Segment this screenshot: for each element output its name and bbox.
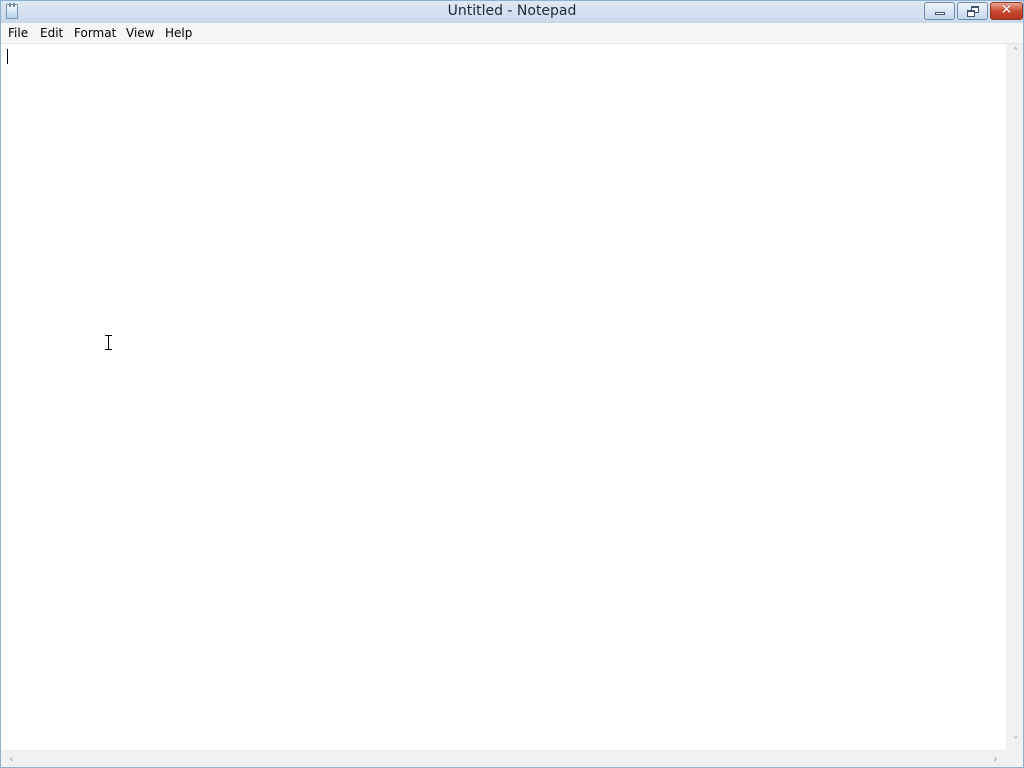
- horizontal-scrollbar[interactable]: ‹ ›: [1, 750, 1006, 767]
- text-editor[interactable]: [1, 44, 1006, 750]
- menu-bar: File Edit Format View Help: [1, 23, 1023, 44]
- restore-button[interactable]: [957, 2, 988, 20]
- close-button[interactable]: ✕: [990, 2, 1023, 20]
- title-bar[interactable]: Untitled - Notepad ✕: [1, 1, 1023, 23]
- menu-format[interactable]: Format: [74, 26, 116, 40]
- notepad-window: Untitled - Notepad ✕ File Edit Format Vi…: [0, 0, 1024, 768]
- scroll-right-icon[interactable]: ›: [987, 751, 1004, 767]
- text-caret: [7, 49, 8, 64]
- menu-view[interactable]: View: [126, 26, 154, 40]
- vertical-scrollbar[interactable]: ˄ ˅: [1006, 44, 1023, 750]
- minimize-button[interactable]: [924, 2, 955, 20]
- scroll-left-icon[interactable]: ‹: [3, 751, 20, 767]
- menu-help[interactable]: Help: [165, 26, 192, 40]
- restore-icon: [967, 6, 980, 17]
- minimize-icon: [935, 12, 945, 15]
- scroll-up-icon[interactable]: ˄: [1007, 44, 1023, 61]
- close-icon: ✕: [1000, 2, 1013, 18]
- menu-edit[interactable]: Edit: [40, 26, 63, 40]
- window-title: Untitled - Notepad: [447, 3, 577, 19]
- mouse-ibeam-cursor: [105, 335, 112, 350]
- scroll-down-icon[interactable]: ˅: [1007, 733, 1023, 750]
- scrollbar-corner: [1006, 750, 1023, 767]
- menu-file[interactable]: File: [8, 26, 28, 40]
